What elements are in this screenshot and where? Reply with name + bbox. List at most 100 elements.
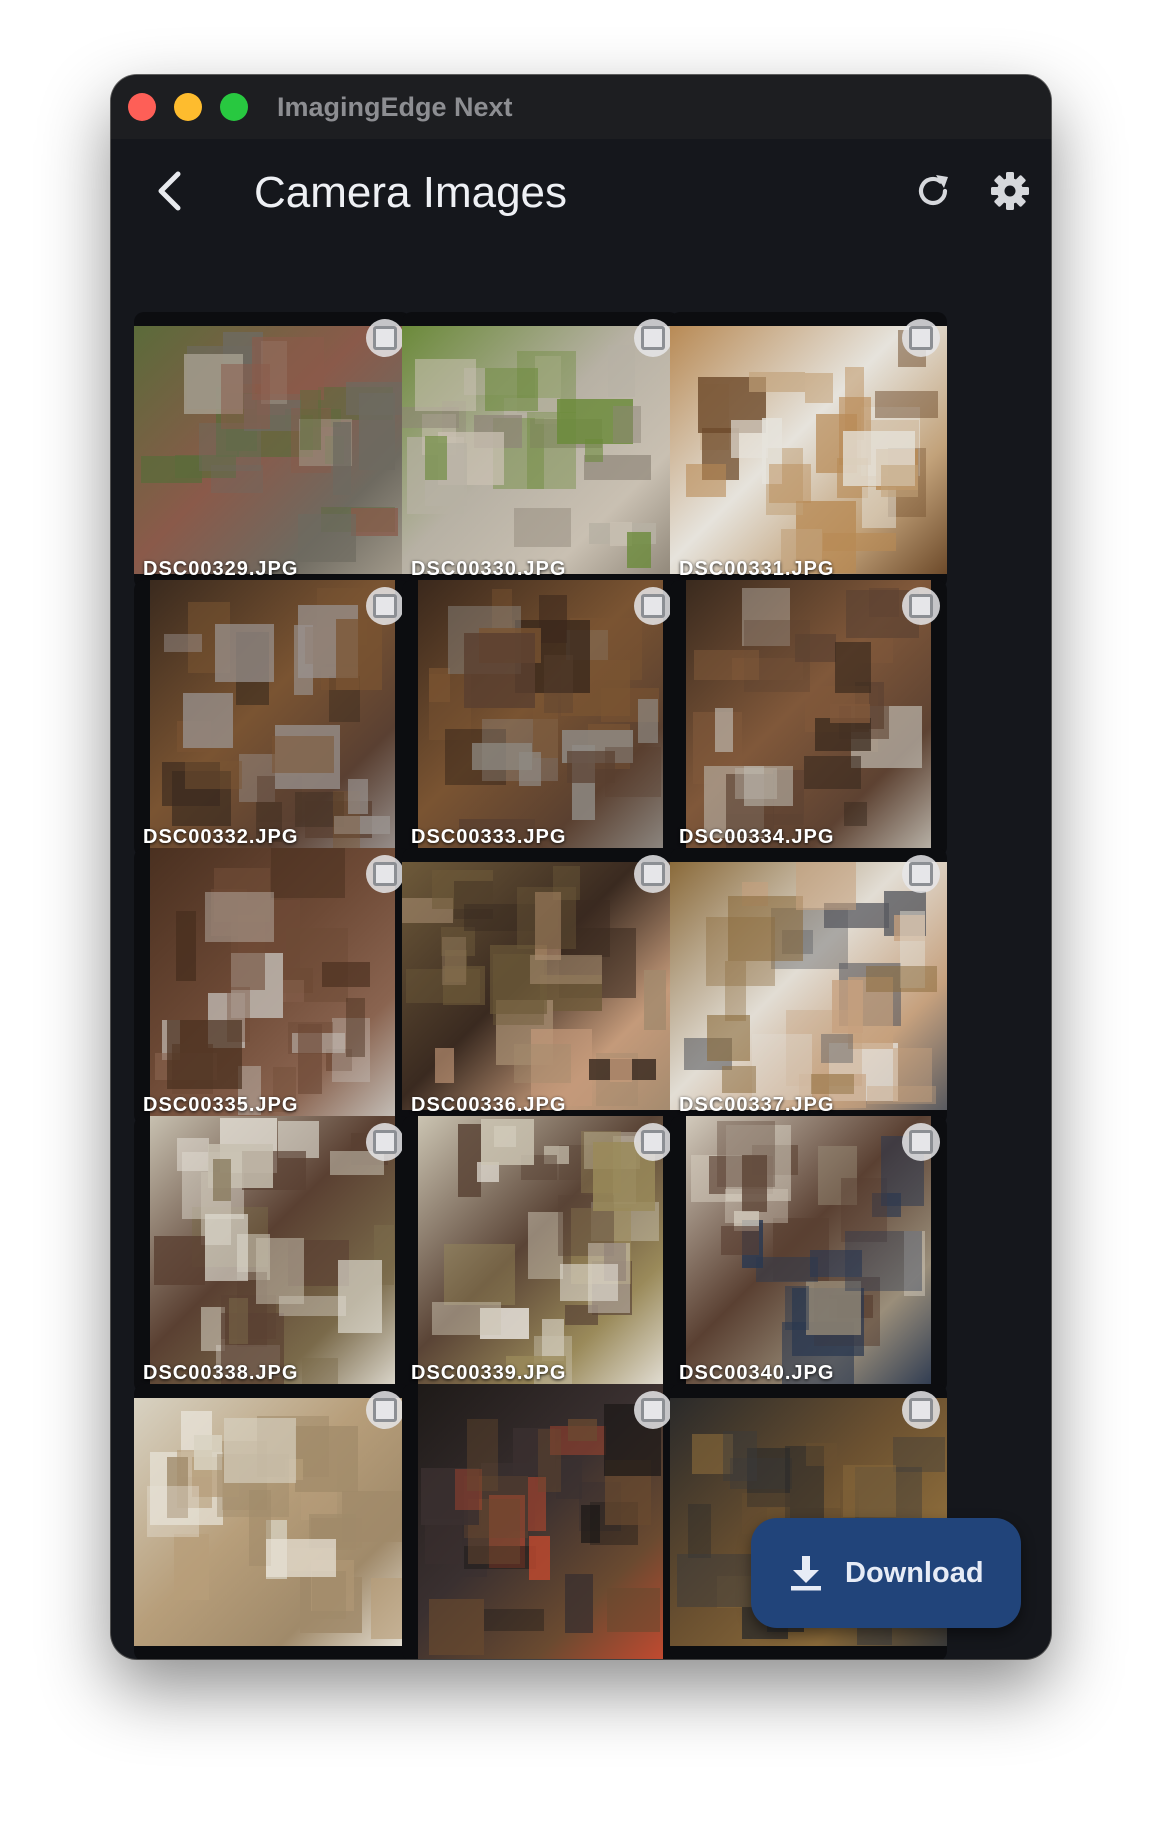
select-checkbox[interactable]	[902, 587, 940, 625]
image-tile[interactable]	[402, 1384, 679, 1659]
image-texture-block	[312, 1571, 346, 1619]
image-texture-block	[530, 955, 602, 984]
select-checkbox[interactable]	[366, 319, 404, 357]
image-texture-block	[866, 966, 937, 992]
image-texture-block	[605, 747, 661, 797]
image-tile[interactable]: DSC00334.JPG	[670, 580, 947, 857]
image-thumbnail	[150, 580, 395, 857]
image-texture-block	[805, 373, 833, 403]
image-texture-block	[141, 456, 202, 483]
image-texture-block	[164, 634, 202, 652]
download-icon	[791, 1556, 821, 1591]
image-texture-block	[256, 1238, 304, 1304]
image-texture-block	[298, 1024, 322, 1094]
refresh-button[interactable]	[907, 165, 959, 217]
image-texture-block	[359, 393, 395, 470]
image-tile[interactable]: DSC00338.JPG	[134, 1116, 411, 1393]
download-button[interactable]: Download	[751, 1518, 1021, 1628]
image-texture-block	[769, 464, 811, 503]
image-texture-block	[529, 1536, 550, 1580]
image-texture-block	[756, 1257, 818, 1282]
close-window-button[interactable]	[128, 93, 156, 121]
image-filename: DSC00331.JPG	[679, 558, 835, 580]
image-filename: DSC00333.JPG	[411, 826, 567, 848]
image-tile[interactable]: DSC00340.JPG	[670, 1116, 947, 1393]
image-texture-block	[688, 1504, 711, 1558]
image-texture-block	[785, 1286, 809, 1330]
select-checkbox[interactable]	[634, 1123, 672, 1161]
image-texture-block	[266, 1539, 336, 1577]
settings-button[interactable]	[984, 165, 1036, 217]
image-texture-block	[435, 1048, 454, 1083]
image-tile[interactable]	[134, 1384, 411, 1659]
checkbox-square-icon	[641, 326, 665, 350]
image-tile[interactable]: DSC00335.JPG	[134, 848, 411, 1125]
checkbox-square-icon	[373, 326, 397, 350]
image-thumbnail	[134, 1398, 411, 1646]
image-texture-block	[348, 779, 368, 814]
image-texture-block	[875, 391, 938, 418]
image-filename: DSC00330.JPG	[411, 558, 567, 580]
image-tile[interactable]: DSC00333.JPG	[402, 580, 679, 857]
select-checkbox[interactable]	[634, 855, 672, 893]
zoom-window-button[interactable]	[220, 93, 248, 121]
image-texture-block	[845, 367, 864, 440]
checkbox-square-icon	[641, 1130, 665, 1154]
image-texture-block	[725, 961, 746, 1021]
image-thumbnail	[402, 326, 679, 574]
checkbox-square-icon	[373, 594, 397, 618]
image-texture-block	[485, 368, 538, 411]
select-checkbox[interactable]	[902, 1391, 940, 1429]
image-tile[interactable]: DSC00331.JPG	[670, 312, 947, 589]
image-filename: DSC00339.JPG	[411, 1362, 567, 1384]
image-texture-block	[844, 802, 867, 826]
image-tile[interactable]: DSC00337.JPG	[670, 848, 947, 1125]
image-thumbnail	[150, 848, 395, 1125]
image-texture-block	[472, 743, 532, 770]
select-checkbox[interactable]	[366, 1123, 404, 1161]
select-checkbox[interactable]	[902, 319, 940, 357]
minimize-window-button[interactable]	[174, 93, 202, 121]
image-texture-block	[183, 693, 233, 748]
select-checkbox[interactable]	[902, 1123, 940, 1161]
image-thumbnail	[402, 862, 679, 1110]
image-tile[interactable]: DSC00330.JPG	[402, 312, 679, 589]
image-tile[interactable]: DSC00332.JPG	[134, 580, 411, 857]
select-checkbox[interactable]	[634, 319, 672, 357]
image-texture-block	[581, 1505, 600, 1543]
image-texture-block	[185, 761, 242, 789]
image-texture-block	[644, 970, 666, 1030]
image-texture-block	[154, 1236, 205, 1285]
image-thumbnail	[134, 326, 411, 574]
image-texture-block	[517, 887, 576, 949]
image-filename: DSC00336.JPG	[411, 1094, 567, 1116]
image-texture-block	[581, 1131, 621, 1193]
image-thumbnail	[686, 1116, 931, 1393]
select-checkbox[interactable]	[366, 855, 404, 893]
image-texture-block	[425, 1519, 462, 1564]
image-filename: DSC00334.JPG	[679, 826, 835, 848]
image-tile[interactable]: DSC00329.JPG	[134, 312, 411, 589]
image-texture-block	[464, 633, 535, 708]
image-filename: DSC00335.JPG	[143, 1094, 299, 1116]
image-texture-block	[272, 736, 334, 773]
image-tile[interactable]: DSC00336.JPG	[402, 848, 679, 1125]
image-texture-block	[429, 1599, 484, 1655]
select-checkbox[interactable]	[366, 1391, 404, 1429]
checkbox-square-icon	[641, 862, 665, 886]
checkbox-square-icon	[909, 594, 933, 618]
select-checkbox[interactable]	[634, 587, 672, 625]
image-texture-block	[415, 359, 476, 411]
checkbox-square-icon	[373, 1130, 397, 1154]
image-texture-block	[568, 1419, 597, 1441]
checkbox-square-icon	[373, 1398, 397, 1422]
image-tile[interactable]: DSC00339.JPG	[402, 1116, 679, 1393]
image-texture-block	[514, 508, 571, 547]
image-filename: DSC00337.JPG	[679, 1094, 835, 1116]
back-button[interactable]	[141, 163, 197, 219]
select-checkbox[interactable]	[902, 855, 940, 893]
image-texture-block	[811, 1074, 854, 1094]
checkbox-square-icon	[909, 1130, 933, 1154]
select-checkbox[interactable]	[634, 1391, 672, 1429]
select-checkbox[interactable]	[366, 587, 404, 625]
